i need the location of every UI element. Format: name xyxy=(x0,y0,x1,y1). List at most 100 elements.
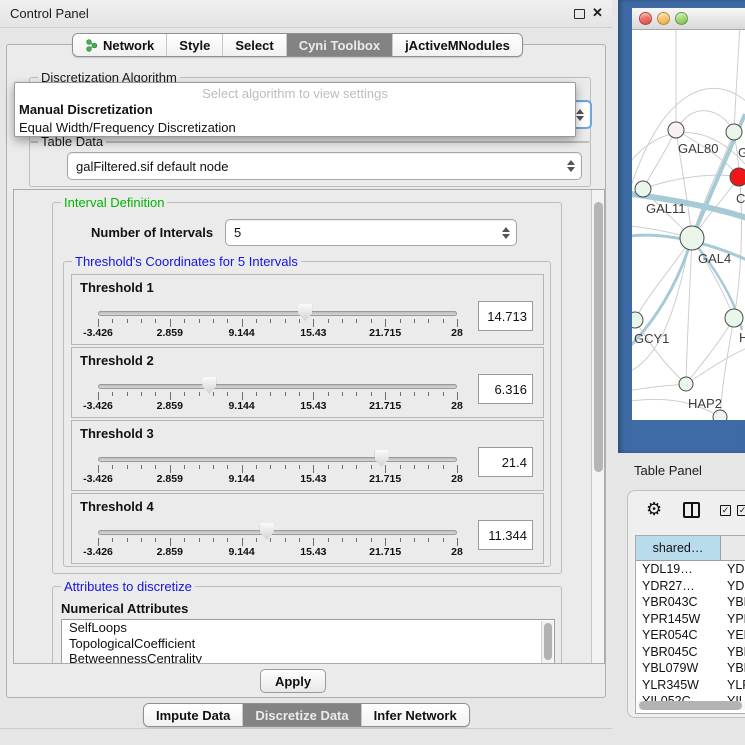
checkbox-icon[interactable] xyxy=(720,505,731,516)
algorithm-dropdown-popup: Select algorithm to view settings Manual… xyxy=(14,82,576,137)
network-node[interactable] xyxy=(730,168,745,186)
cyni-toolbox-panel: Discretization Algorithm Select algorith… xyxy=(6,44,606,698)
threshold-panel: Threshold 1 -3.4262.8599.14415.4321.7152… xyxy=(71,274,544,345)
table-panel: ⚙ shared…na YDL19…YDL1YDR27…YDR2YBR043CY… xyxy=(627,490,745,718)
threshold-label: Threshold 4 xyxy=(80,499,154,514)
numerical-attributes-list[interactable]: SelfLoopsTopologicalCoefficientBetweenne… xyxy=(61,619,555,664)
close-traffic-light-icon[interactable] xyxy=(639,12,652,25)
table-cell: YBL0 xyxy=(721,660,745,677)
node-attribute-table[interactable]: shared…na YDL19…YDL1YDR27…YDR2YBR043CYBR… xyxy=(635,535,745,714)
float-icon[interactable] xyxy=(574,9,585,19)
split-columns-icon[interactable] xyxy=(683,502,700,518)
attribute-item[interactable]: BetweennessCentrality xyxy=(62,651,554,664)
zoom-traffic-light-icon[interactable] xyxy=(675,12,688,25)
network-edge xyxy=(676,111,734,132)
slider-track[interactable] xyxy=(98,457,457,462)
table-row[interactable]: YDL19…YDL1 xyxy=(636,561,745,578)
network-edge xyxy=(635,320,686,384)
slider-track[interactable] xyxy=(98,311,457,316)
tick-label: 28 xyxy=(451,400,463,412)
slider-ticks xyxy=(98,465,457,473)
table-row[interactable]: YBR043CYBR0 xyxy=(636,594,745,611)
node-label: H xyxy=(739,330,745,345)
slider-tick-labels: -3.4262.8599.14415.4321.71528 xyxy=(98,546,457,560)
slider-track[interactable] xyxy=(98,530,457,535)
table-cell: YBR0 xyxy=(721,594,745,611)
attribute-item[interactable]: SelfLoops xyxy=(62,620,554,636)
network-node[interactable] xyxy=(713,410,727,420)
attribute-item[interactable]: TopologicalCoefficient xyxy=(62,636,554,652)
gear-icon[interactable]: ⚙ xyxy=(646,499,662,520)
tab-discretize-data[interactable]: Discretize Data xyxy=(243,704,361,726)
slider-tick-labels: -3.4262.8599.14415.4321.71528 xyxy=(98,327,457,341)
tick-label: 21.715 xyxy=(369,400,401,412)
network-node[interactable] xyxy=(679,377,693,391)
column-header[interactable]: na xyxy=(721,536,745,560)
tick-label: 15.43 xyxy=(300,327,326,339)
algorithm-option[interactable]: Manual Discretization xyxy=(15,101,575,119)
tab-jactivemnodules[interactable]: jActiveMNodules xyxy=(393,34,522,56)
scrollbar-thumb[interactable] xyxy=(594,202,603,472)
tab-impute-data[interactable]: Impute Data xyxy=(144,704,243,726)
tab-label: Network xyxy=(103,38,154,53)
tick-label: 9.144 xyxy=(228,473,254,485)
threshold-value-input[interactable] xyxy=(478,301,533,331)
horizontal-scrollbar[interactable] xyxy=(637,701,745,710)
algorithm-hint: Select algorithm to view settings xyxy=(15,83,575,101)
network-window-titlebar xyxy=(632,8,745,30)
network-canvas[interactable]: GAL80GACGAL11GAL4GCY1HHAP2 xyxy=(632,30,745,420)
threshold-panel: Threshold 3 -3.4262.8599.14415.4321.7152… xyxy=(71,420,544,491)
tab-infer-network[interactable]: Infer Network xyxy=(362,704,469,726)
tick-label: 2.859 xyxy=(157,400,183,412)
tick-label: -3.426 xyxy=(83,473,113,485)
table-row[interactable]: YER054CYER0 xyxy=(636,627,745,644)
slider-ticks xyxy=(98,392,457,400)
tick-label: 9.144 xyxy=(228,546,254,558)
column-header[interactable]: shared… xyxy=(636,536,721,560)
scrollbar-thumb[interactable] xyxy=(639,701,742,710)
settings-scroll-area: Interval Definition Number of Intervals … xyxy=(13,189,605,664)
apply-button[interactable]: Apply xyxy=(260,669,326,693)
node-label: GAL4 xyxy=(698,251,731,266)
network-edge xyxy=(635,238,692,320)
network-node[interactable] xyxy=(632,312,643,328)
list-scrollbar[interactable] xyxy=(541,621,553,663)
tab-style[interactable]: Style xyxy=(167,34,223,56)
threshold-value-input[interactable] xyxy=(478,374,533,404)
network-node[interactable] xyxy=(668,122,684,138)
number-of-intervals-combobox[interactable]: 5 xyxy=(225,219,517,246)
tick-label: -3.426 xyxy=(83,327,113,339)
table-data-value: galFiltered.sif default node xyxy=(76,159,228,174)
node-label: HAP2 xyxy=(688,396,722,411)
table-cell: YBR043C xyxy=(636,594,721,611)
table-cell: YLR3 xyxy=(721,677,745,694)
algorithm-option[interactable]: Equal Width/Frequency Discretization xyxy=(15,119,575,137)
vertical-scrollbar[interactable] xyxy=(591,190,605,663)
table-row[interactable]: YBL079WYBL0 xyxy=(636,660,745,677)
table-row[interactable]: YPR145WYPR1 xyxy=(636,611,745,628)
network-node[interactable] xyxy=(725,309,743,327)
table-row[interactable]: YDR27…YDR2 xyxy=(636,578,745,595)
tick-label: 28 xyxy=(451,546,463,558)
table-cell: YER0 xyxy=(721,627,745,644)
interval-definition-label: Interval Definition xyxy=(61,195,167,210)
minimize-traffic-light-icon[interactable] xyxy=(657,12,670,25)
checkbox-icon[interactable] xyxy=(737,505,745,516)
threshold-value-input[interactable] xyxy=(478,520,533,550)
node-label: C xyxy=(736,191,745,206)
table-cell: YBR0 xyxy=(721,644,745,661)
tab-select[interactable]: Select xyxy=(223,34,286,56)
network-node[interactable] xyxy=(726,124,742,140)
tab-network[interactable]: Network xyxy=(73,34,167,56)
threshold-value-input[interactable] xyxy=(478,447,533,477)
table-data-combobox[interactable]: galFiltered.sif default node xyxy=(67,152,582,180)
threshold-label: Threshold 3 xyxy=(80,426,154,441)
tab-cyni-toolbox[interactable]: Cyni Toolbox xyxy=(287,34,393,56)
network-node[interactable] xyxy=(635,181,651,197)
slider-track[interactable] xyxy=(98,384,457,389)
close-icon[interactable] xyxy=(592,5,606,21)
network-node[interactable] xyxy=(680,226,704,250)
table-row[interactable]: YBR045CYBR0 xyxy=(636,644,745,661)
tick-label: 21.715 xyxy=(369,327,401,339)
table-row[interactable]: YLR345WYLR3 xyxy=(636,677,745,694)
